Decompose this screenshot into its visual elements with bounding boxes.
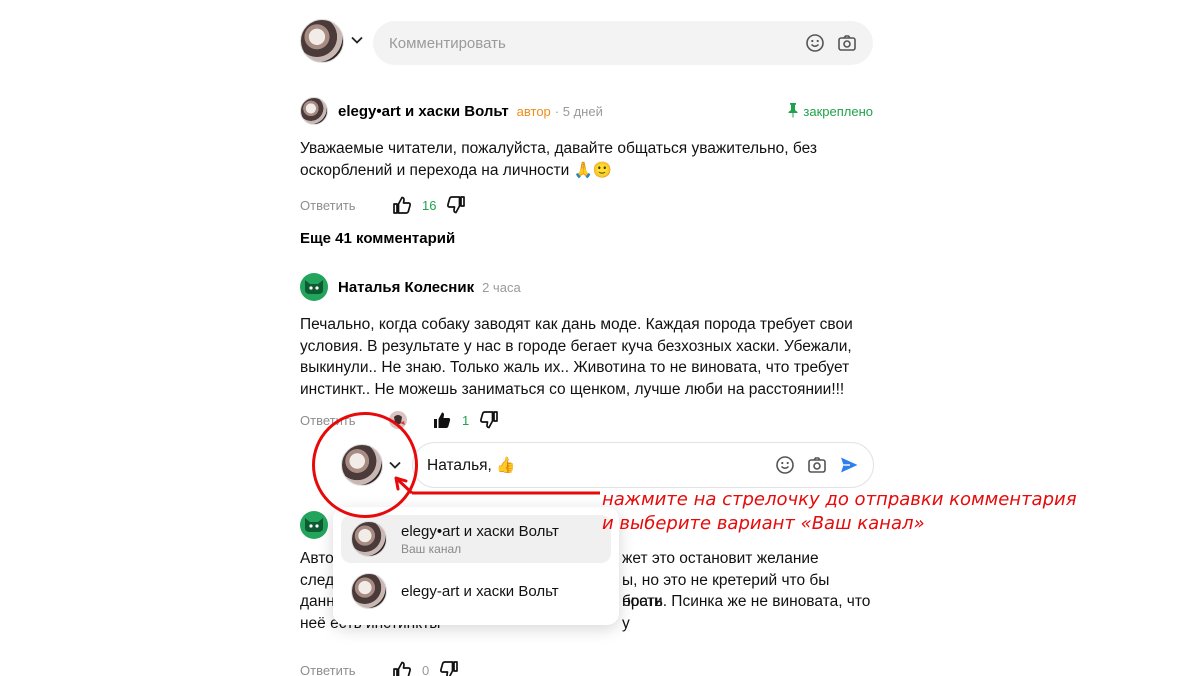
- send-icon[interactable]: [839, 455, 859, 475]
- annotation-text: нажмите на стрелочку до отправки коммент…: [602, 488, 1182, 536]
- camera-icon[interactable]: [837, 33, 857, 53]
- pin-icon: [787, 102, 799, 121]
- thumbs-up-icon[interactable]: [392, 195, 412, 215]
- thumbs-down-icon[interactable]: [439, 660, 459, 676]
- annotation-line: нажмите на стрелочку до отправки коммент…: [602, 489, 1077, 510]
- annotation-circle: [312, 412, 418, 518]
- comment-author[interactable]: Наталья Колесник: [338, 279, 474, 296]
- author-avatar[interactable]: [300, 97, 328, 125]
- reply-composer: Наталья, 👍: [339, 442, 874, 488]
- profile-avatar: [351, 573, 387, 609]
- comment-text-fragment: ности. Псинка же не виновата, что у: [622, 593, 871, 632]
- dropdown-option-profile[interactable]: elegy-art и хаски Вольт: [341, 567, 611, 615]
- option-name: elegy-art и хаски Вольт: [401, 582, 559, 600]
- comment-text-fragment: след: [300, 571, 335, 589]
- reply-input[interactable]: Наталья, 👍: [412, 442, 874, 488]
- reply-button[interactable]: Ответить: [300, 198, 392, 213]
- emoji-icon[interactable]: [805, 33, 825, 53]
- author-avatar[interactable]: [300, 273, 328, 301]
- account-dropdown: elegy•art и хаски Вольт Ваш канал elegy-…: [333, 507, 619, 625]
- emoji-icon[interactable]: [775, 455, 795, 475]
- like-count: 1: [462, 412, 470, 428]
- thumbs-up-icon[interactable]: [392, 660, 412, 676]
- comment-composer-top: Комментировать: [300, 19, 873, 67]
- comment-text-fragment: жет это остановит желание: [622, 550, 819, 567]
- like-count: 0: [422, 662, 430, 676]
- pinned-badge: закреплено: [787, 102, 873, 121]
- comment-text-fragment: данн: [300, 593, 335, 610]
- comment-text: Уважаемые читатели, пожалуйста, давайте …: [300, 140, 817, 179]
- channel-avatar: [351, 521, 387, 557]
- comment-text-fragment: Авто: [300, 550, 334, 567]
- thumbs-down-icon[interactable]: [479, 410, 499, 430]
- author-avatar[interactable]: [300, 511, 328, 539]
- annotation-line: и выберите вариант «Ваш канал»: [602, 513, 925, 534]
- chevron-down-icon[interactable]: [350, 33, 364, 50]
- comment-author[interactable]: elegy•art и хаски Вольт: [338, 103, 509, 120]
- pinned-label: закреплено: [803, 103, 873, 119]
- reply-input-value: Наталья, 👍: [427, 456, 516, 474]
- camera-icon[interactable]: [807, 455, 827, 475]
- author-badge: автор: [516, 103, 551, 119]
- thumbs-down-icon[interactable]: [446, 195, 466, 215]
- comment-input[interactable]: Комментировать: [373, 21, 873, 65]
- thumbs-up-filled-icon[interactable]: [432, 410, 452, 430]
- more-comments-link[interactable]: Еще 41 комментарий: [300, 230, 455, 247]
- comment-input-placeholder: Комментировать: [389, 34, 506, 52]
- option-name: elegy•art и хаски Вольт: [401, 522, 559, 540]
- comment-time: · 5 дней: [554, 103, 603, 119]
- option-subtitle: Ваш канал: [401, 541, 462, 556]
- comment-text: Печально, когда собаку заводят как дань …: [300, 316, 853, 398]
- reply-button[interactable]: Ответить: [300, 663, 392, 676]
- comment-item: Наталья Колесник 2 часа Печально, когда …: [300, 272, 873, 432]
- user-avatar[interactable]: [300, 19, 344, 63]
- dropdown-option-channel[interactable]: elegy•art и хаски Вольт Ваш канал: [341, 515, 611, 563]
- pinned-comment: elegy•art и хаски Вольт автор · 5 дней з…: [300, 96, 873, 217]
- comment-time: 2 часа: [482, 279, 521, 295]
- like-count: 16: [422, 197, 437, 213]
